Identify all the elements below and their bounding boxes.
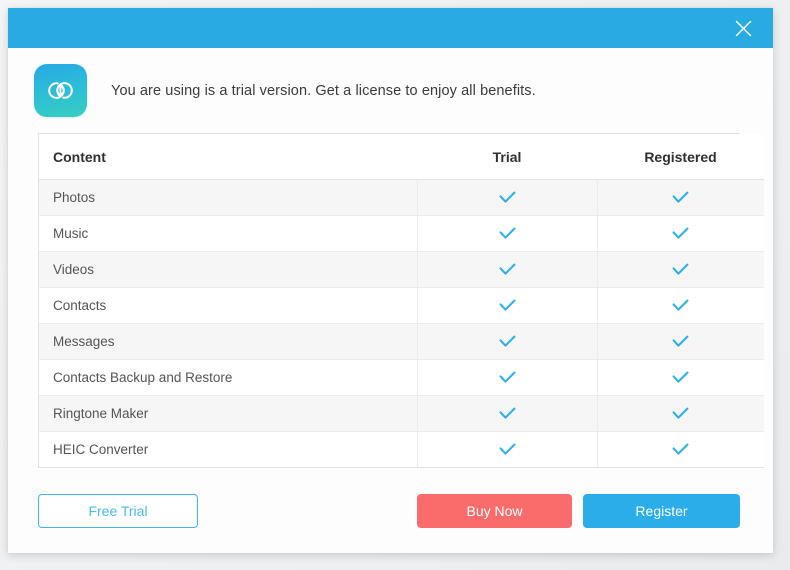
check-icon [497,187,518,208]
row-content-label: Videos [39,252,417,288]
row-registered-cell [597,360,764,396]
row-registered-cell [597,432,764,468]
row-content-label: Contacts [39,288,417,324]
buy-now-button[interactable]: Buy Now [417,494,572,528]
row-trial-cell [417,288,597,324]
table-row: Music [39,216,764,252]
table-body: PhotosMusicVideosContactsMessagesContact… [39,180,764,468]
table-row: Messages [39,324,764,360]
check-icon [497,439,518,460]
check-icon [670,187,691,208]
free-trial-button[interactable]: Free Trial [38,494,198,528]
titlebar [8,8,773,48]
row-registered-cell [597,288,764,324]
table-header-row: Content Trial Registered [39,134,764,180]
check-icon [497,295,518,316]
feature-comparison-table: Content Trial Registered PhotosMusicVide… [38,133,740,468]
check-icon [497,403,518,424]
row-trial-cell [417,216,597,252]
row-registered-cell [597,216,764,252]
app-sync-icon [34,64,87,117]
check-icon [497,259,518,280]
check-icon [497,223,518,244]
row-content-label: Ringtone Maker [39,396,417,432]
trial-dialog-window: You are using is a trial version. Get a … [8,8,773,553]
register-button[interactable]: Register [583,494,740,528]
row-trial-cell [417,252,597,288]
desktop-background: You are using is a trial version. Get a … [0,0,790,570]
table-row: Photos [39,180,764,216]
check-icon [497,367,518,388]
row-content-label: Music [39,216,417,252]
trial-message: You are using is a trial version. Get a … [111,83,536,99]
row-trial-cell [417,396,597,432]
row-content-label: Messages [39,324,417,360]
table-row: Contacts Backup and Restore [39,360,764,396]
table-row: Videos [39,252,764,288]
row-registered-cell [597,252,764,288]
table-row: HEIC Converter [39,432,764,468]
column-header-registered: Registered [597,134,764,180]
row-trial-cell [417,324,597,360]
check-icon [670,403,691,424]
row-trial-cell [417,180,597,216]
trial-banner: You are using is a trial version. Get a … [8,48,773,131]
table-row: Contacts [39,288,764,324]
row-content-label: HEIC Converter [39,432,417,468]
row-trial-cell [417,360,597,396]
check-icon [497,331,518,352]
row-registered-cell [597,180,764,216]
row-content-label: Contacts Backup and Restore [39,360,417,396]
column-header-trial: Trial [417,134,597,180]
row-registered-cell [597,396,764,432]
close-icon[interactable] [721,8,765,48]
table-row: Ringtone Maker [39,396,764,432]
row-trial-cell [417,432,597,468]
column-header-content: Content [39,134,417,180]
row-content-label: Photos [39,180,417,216]
check-icon [670,367,691,388]
check-icon [670,331,691,352]
dialog-footer: Free Trial Buy Now Register [8,468,773,528]
check-icon [670,259,691,280]
check-icon [670,295,691,316]
check-icon [670,439,691,460]
check-icon [670,223,691,244]
row-registered-cell [597,324,764,360]
